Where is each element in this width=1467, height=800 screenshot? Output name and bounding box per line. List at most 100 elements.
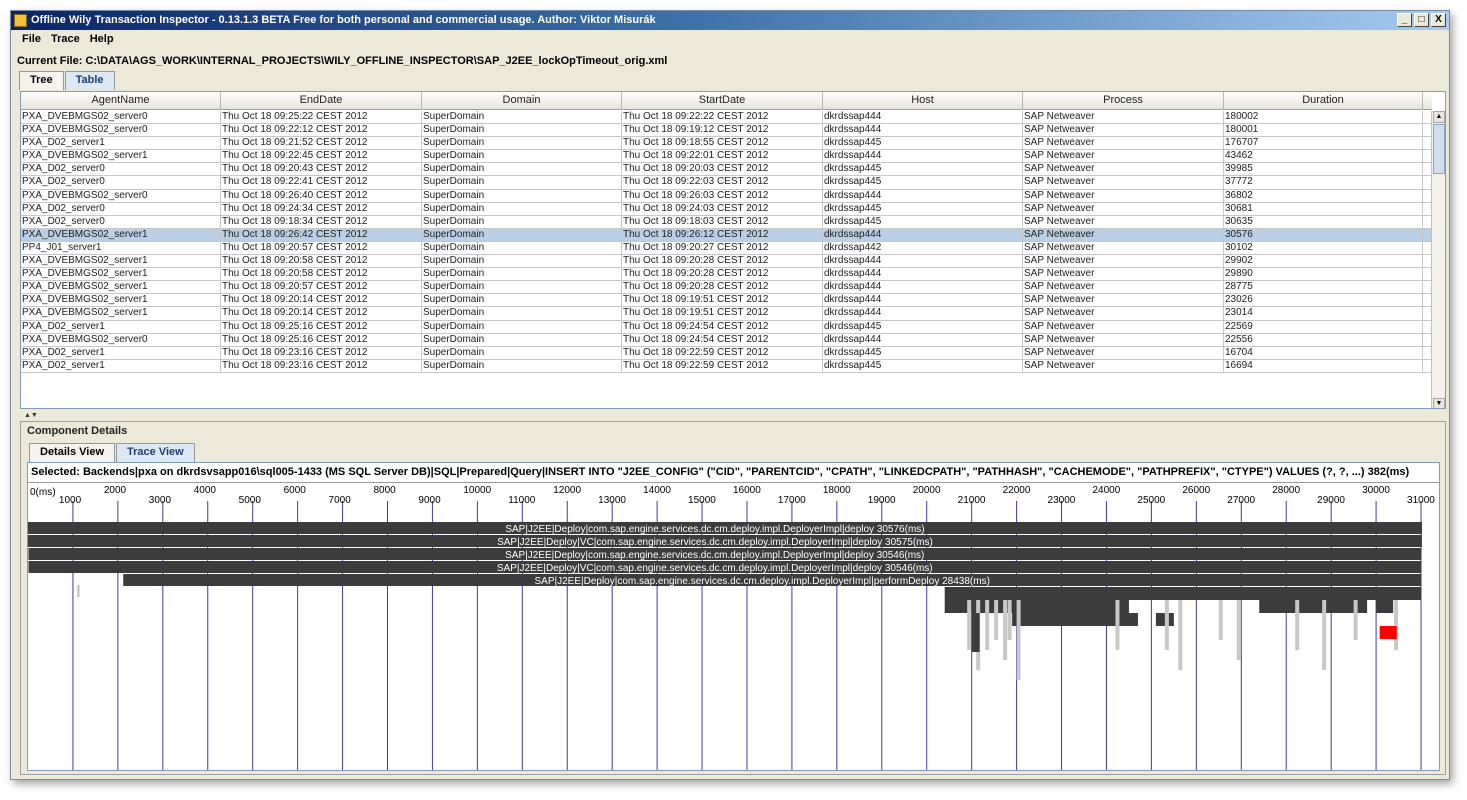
tick-label: 7000 (329, 495, 352, 506)
tick-label: 16000 (733, 485, 761, 496)
maximize-button[interactable]: □ (1414, 13, 1429, 27)
column-header[interactable]: Process (1023, 92, 1224, 110)
tick-label: 0(ms) (30, 487, 56, 498)
tick-label: 23000 (1048, 495, 1076, 506)
table-row[interactable]: PXA_DVEBMGS02_server0 Thu Oct 18 09:26:40… (21, 189, 1432, 203)
component-details-panel: Component Details Details View Trace Vie… (20, 421, 1446, 775)
column-header[interactable]: EndDate (221, 92, 422, 110)
table-cell: PXA_D02_server1 (21, 320, 221, 333)
tick-label: 10000 (463, 485, 491, 496)
table-cell: SAP Netweaver (1023, 255, 1224, 268)
app-icon (14, 14, 27, 27)
menu-bar: File Trace Help (11, 30, 1449, 50)
tab-table[interactable]: Table (64, 71, 115, 90)
table-cell: SAP Netweaver (1023, 320, 1224, 333)
table-row[interactable]: PP4_J01_server1 Thu Oct 18 09:20:57 CEST … (21, 241, 1432, 256)
title-bar[interactable]: Offline Wily Transaction Inspector - 0.1… (11, 11, 1449, 30)
scroll-up-icon[interactable]: ▲ (1433, 111, 1445, 123)
table-cell: Thu Oct 18 09:20:57 CEST 2012 (221, 241, 422, 255)
table-cell: PXA_DVEBMGS02_server0 (21, 333, 221, 346)
table-row[interactable]: PXA_DVEBMGS02_server0 Thu Oct 18 09:22:12… (21, 124, 1432, 138)
minor-call-bar (1115, 600, 1120, 650)
tick-label: 25000 (1137, 495, 1165, 506)
table-cell: Thu Oct 18 09:18:34 CEST 2012 (221, 215, 422, 228)
close-button[interactable]: X (1431, 13, 1446, 27)
column-header[interactable]: StartDate (622, 92, 823, 110)
table-cell: SuperDomain (422, 241, 622, 255)
table-cell: dkrdssap444 (823, 268, 1023, 281)
minor-call-bar (1394, 600, 1399, 650)
table-cell: dkrdssap444 (823, 111, 1023, 124)
table-cell: SAP Netweaver (1023, 202, 1224, 215)
tab-trace-view[interactable]: Trace View (116, 443, 195, 462)
table-cell: dkrdssap445 (823, 137, 1023, 150)
tab-tree[interactable]: Tree (19, 71, 64, 90)
scroll-down-icon[interactable]: ▼ (1433, 398, 1445, 408)
table-row[interactable]: PXA_D02_server1 Thu Oct 18 09:25:16 CEST … (21, 320, 1432, 334)
tab-details-view[interactable]: Details View (29, 443, 115, 462)
nested-call-bar (1376, 600, 1394, 613)
nested-call-bar (1259, 600, 1368, 613)
tick-label: 19000 (868, 495, 896, 506)
table-cell: Thu Oct 18 09:26:12 CEST 2012 (622, 228, 823, 241)
table-row[interactable]: PXA_DVEBMGS02_server1 Thu Oct 18 09:26:42… (21, 228, 1432, 242)
table-cell: Thu Oct 18 09:24:54 CEST 2012 (622, 333, 823, 346)
table-cell: SuperDomain (422, 189, 622, 202)
minor-call-bar (77, 585, 80, 597)
transactions-table: AgentName EndDate Domain StartDate Host Proce… (20, 91, 1446, 409)
table-row[interactable]: PXA_D02_server0 Thu Oct 18 09:22:41 CEST … (21, 176, 1432, 190)
table-cell: PXA_D02_server0 (21, 163, 221, 176)
table-cell: SuperDomain (422, 333, 622, 346)
minor-call-bar (994, 600, 999, 640)
table-cell: Thu Oct 18 09:26:03 CEST 2012 (622, 189, 823, 202)
column-header[interactable]: Domain (422, 92, 622, 110)
split-pane-divider[interactable]: ▲▼ (20, 412, 1446, 420)
column-header[interactable]: Duration (1224, 92, 1423, 110)
nested-call-bar (971, 613, 980, 652)
table-row[interactable]: PXA_DVEBMGS02_server0 Thu Oct 18 09:25:22… (21, 111, 1432, 125)
table-row[interactable]: PXA_DVEBMGS02_server1 Thu Oct 18 09:20:14… (21, 294, 1432, 308)
table-cell: Thu Oct 18 09:22:01 CEST 2012 (622, 150, 823, 163)
table-cell: Thu Oct 18 09:22:59 CEST 2012 (622, 346, 823, 359)
table-cell: dkrdssap444 (823, 124, 1023, 137)
menu-help[interactable]: Help (85, 30, 119, 50)
table-row[interactable]: PXA_DVEBMGS02_server1 Thu Oct 18 09:20:14… (21, 307, 1432, 321)
menu-file[interactable]: File (17, 30, 46, 50)
table-row[interactable]: PXA_D02_server1 Thu Oct 18 09:23:16 CEST … (21, 359, 1432, 373)
table-cell: dkrdssap444 (823, 228, 1023, 241)
table-cell: SAP Netweaver (1023, 294, 1224, 307)
table-row[interactable]: PXA_D02_server0 Thu Oct 18 09:20:43 CEST … (21, 163, 1432, 177)
table-row[interactable]: PXA_DVEBMGS02_server1 Thu Oct 18 09:20:57… (21, 281, 1432, 295)
tick-label: 13000 (598, 495, 626, 506)
scroll-thumb[interactable] (1433, 124, 1445, 174)
table-row[interactable]: PXA_DVEBMGS02_server1 Thu Oct 18 09:20:58… (21, 255, 1432, 269)
table-row[interactable]: PXA_DVEBMGS02_server0 Thu Oct 18 09:25:16… (21, 333, 1432, 347)
table-scrollbar[interactable]: ▲ ▼ (1431, 111, 1445, 408)
column-header[interactable]: AgentName (21, 92, 221, 110)
trace-view: Selected: Backends|pxa on dkrdsvsapp016\… (27, 462, 1440, 771)
nested-call-bar (944, 587, 1422, 600)
column-header[interactable]: Host (823, 92, 1023, 110)
trace-bar-label: SAP|J2EE|Deploy|com.sap.engine.services.… (535, 576, 990, 587)
table-cell: 43462 (1224, 150, 1423, 163)
table-cell: SuperDomain (422, 346, 622, 359)
table-cell: PXA_D02_server0 (21, 176, 221, 189)
tick-label: 29000 (1317, 495, 1345, 506)
trace-timeline[interactable]: 0(ms)1000 2000 3000 4000 5000 6000 7000 8000 900… (28, 483, 1439, 770)
table-row[interactable]: PXA_DVEBMGS02_server1 Thu Oct 18 09:22:45… (21, 150, 1432, 164)
table-row[interactable]: PXA_D02_server0 Thu Oct 18 09:24:34 CEST … (21, 202, 1432, 216)
splitter-arrows-icon[interactable]: ▲▼ (24, 412, 38, 419)
minor-call-bar (967, 600, 972, 650)
table-row[interactable]: PXA_DVEBMGS02_server1 Thu Oct 18 09:20:58… (21, 268, 1432, 282)
table-row[interactable]: PXA_D02_server0 Thu Oct 18 09:18:34 CEST … (21, 215, 1432, 229)
minor-call-bar (1164, 600, 1169, 650)
minimize-button[interactable]: _ (1397, 13, 1412, 27)
table-cell: SAP Netweaver (1023, 137, 1224, 150)
tick-label: 11000 (508, 495, 536, 506)
table-cell: PXA_D02_server0 (21, 215, 221, 228)
table-cell: SAP Netweaver (1023, 150, 1224, 163)
tick-label: 26000 (1182, 485, 1210, 496)
menu-trace[interactable]: Trace (46, 30, 85, 50)
table-row[interactable]: PXA_D02_server1 Thu Oct 18 09:21:52 CEST … (21, 137, 1432, 151)
table-row[interactable]: PXA_D02_server1 Thu Oct 18 09:23:16 CEST … (21, 346, 1432, 360)
